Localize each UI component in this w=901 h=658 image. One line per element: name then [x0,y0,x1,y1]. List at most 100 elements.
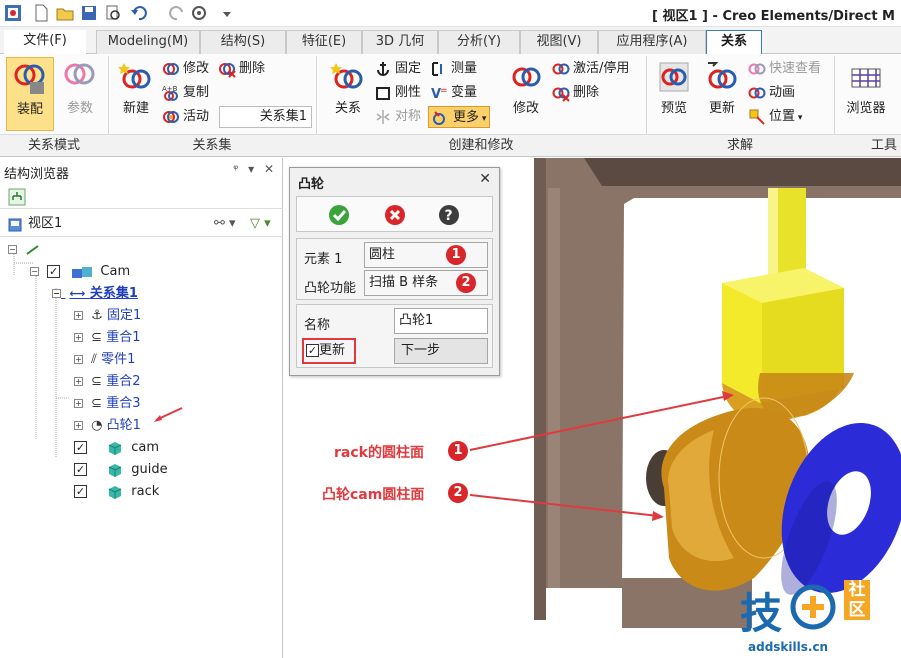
expand-icon[interactable]: + [74,333,83,342]
copy-set-button[interactable]: A+B 复制 [162,82,209,104]
tab-relations[interactable]: 关系 [706,30,762,54]
close-icon[interactable]: ✕ [264,162,274,176]
tree-item-cam-assembly[interactable]: − ✓ Cam [30,262,130,282]
annotation-badge-1: 1 [448,441,468,461]
close-icon[interactable]: ✕ [479,171,491,187]
save-icon[interactable] [80,4,98,22]
ribbon: 装配 参数 关系模式 新建 修改 删除 A+B 复制 活动 关系集1 关系集 关系… [0,54,901,157]
next-step-button[interactable]: 下一步 [394,338,488,364]
structure-browser: 结构浏览器 ᵠ ▾ ✕ 视区1 ⚯ ▾ ▽ ▾ − − ✓ Cam − ⟷ 关系… [0,158,283,658]
watermark-site: addskills.cn [748,640,829,654]
tree-item-relation-set[interactable]: − ⟷ 关系集1 [52,284,138,304]
cancel-x-icon[interactable] [384,204,406,226]
tree-item-coincident-2[interactable]: + ⊆ 重合2 [74,372,140,392]
tab-3d-geometry[interactable]: 3D 几何 [362,30,438,54]
update-icon [708,62,737,89]
binoculars-icon[interactable]: ⚯ ▾ [214,213,236,235]
delete-set-button[interactable]: 删除 [218,58,265,80]
expand-icon[interactable]: + [74,421,83,430]
preview-button[interactable]: 预览 [652,57,696,131]
copy-set-icon: A+B [162,85,178,101]
animation-button[interactable]: 动画 [748,82,795,104]
coincident-icon: ⊆ [91,374,103,389]
tab-view[interactable]: 视图(V) [520,30,598,54]
visibility-checkbox[interactable]: ✓ [74,441,87,454]
quick-view-button[interactable]: 快速查看 [748,58,821,80]
tree-structure-icon[interactable] [8,188,26,206]
anchor-icon: ⚓ [91,308,103,323]
element-1-field[interactable]: 圆柱 [364,242,488,268]
dialog-title: 凸轮 [298,177,325,192]
table-browser-icon [851,68,881,88]
variable-button[interactable]: V = 变量 [430,82,477,104]
visibility-checkbox[interactable]: ✓ [47,265,61,278]
modify-set-button[interactable]: 修改 [162,58,209,80]
pin-icon[interactable]: ᵠ [233,162,238,176]
update-checkbox[interactable]: ✓ 更新 [306,342,345,360]
fixed-button[interactable]: 固定 [374,58,421,80]
tree-item-part-rack[interactable]: ✓ rack [74,482,159,502]
ok-check-icon[interactable] [328,204,350,226]
delete-relation-button[interactable]: 删除 [552,82,599,104]
tree-item-fixed[interactable]: + ⚓ 固定1 [74,306,141,326]
new-relation-set-button[interactable]: 新建 [114,57,158,131]
visibility-checkbox[interactable]: ✓ [74,463,87,476]
tab-structure[interactable]: 结构(S) [200,30,286,54]
collapse-icon[interactable]: − [8,245,17,254]
rack-rod-highlight [768,188,778,288]
name-input[interactable]: 凸轮1 [394,308,488,334]
tree-root[interactable]: − [8,240,41,260]
tree-item-coincident-1[interactable]: + ⊆ 重合1 [74,328,140,348]
rigid-button[interactable]: 刚性 [374,82,421,104]
expand-icon[interactable]: + [74,377,83,386]
more-icon [433,110,445,125]
help-icon[interactable]: ? [438,204,460,226]
expand-icon[interactable]: + [74,355,83,364]
tab-file[interactable]: 文件(F) [4,30,86,54]
update-button[interactable]: 更新 [700,57,744,131]
tab-analysis[interactable]: 分析(Y) [438,30,520,54]
dropdown-icon[interactable]: ▾ [248,162,254,176]
assemble-button[interactable]: 装配 [6,57,54,131]
customize-icon[interactable] [218,4,236,22]
app-icon[interactable] [4,4,22,22]
annotation-arrow [154,407,183,422]
more-button[interactable]: 更多 ▾ [428,106,491,128]
active-set-button[interactable]: 活动 [162,106,209,128]
annotation-badge-2: 2 [448,483,468,503]
tree-item-part-cam[interactable]: ✓ cam [74,438,159,458]
tree-item-part-guide[interactable]: ✓ guide [74,460,168,480]
expand-icon[interactable]: + [74,399,83,408]
tree-item-coincident-3[interactable]: + ⊆ 重合3 [74,394,140,414]
active-relation-set-field[interactable]: 关系集1 [219,106,312,128]
tab-modeling[interactable]: Modeling(M) [96,30,200,54]
filter-icon[interactable]: ▽ ▾ [250,213,271,235]
activate-disable-button[interactable]: 激活/停用 [552,58,629,80]
measure-button[interactable]: 测量 [430,58,477,80]
params-button[interactable]: 参数 [58,57,102,131]
collapse-icon[interactable]: − [52,289,61,298]
view-selector[interactable]: 视区1 ⚯ ▾ ▽ ▾ [0,213,283,237]
position-button[interactable]: 位置 ▾ [748,106,802,128]
browser-title: 结构浏览器 [4,167,70,182]
tree-item-part-1[interactable]: + ⫽ 零件1 [74,350,135,370]
tree-item-cam-1[interactable]: + ◔ 凸轮1 [74,416,141,436]
new-icon[interactable] [32,4,50,22]
print-preview-icon[interactable] [104,4,122,22]
open-icon[interactable] [56,4,74,22]
redo-icon[interactable] [168,4,186,22]
tab-application[interactable]: 应用程序(A) [598,30,706,54]
visibility-checkbox[interactable]: ✓ [74,485,87,498]
collapse-icon[interactable]: − [30,267,39,276]
expand-icon[interactable]: + [74,311,83,320]
quick-view-icon [748,63,766,74]
undo-icon[interactable] [130,4,148,22]
title-bar: [ 视区1 ] - Creo Elements/Direct M [0,0,901,27]
relation-button[interactable]: 关系 [326,57,370,131]
tab-feature[interactable]: 特征(E) [286,30,362,54]
modify-button[interactable]: 修改 [504,57,548,131]
browser-button[interactable]: 浏览器 [840,57,892,131]
symmetric-button[interactable]: 对称 [374,106,421,128]
settings-icon[interactable] [190,4,208,22]
svg-text:=: = [440,86,448,96]
